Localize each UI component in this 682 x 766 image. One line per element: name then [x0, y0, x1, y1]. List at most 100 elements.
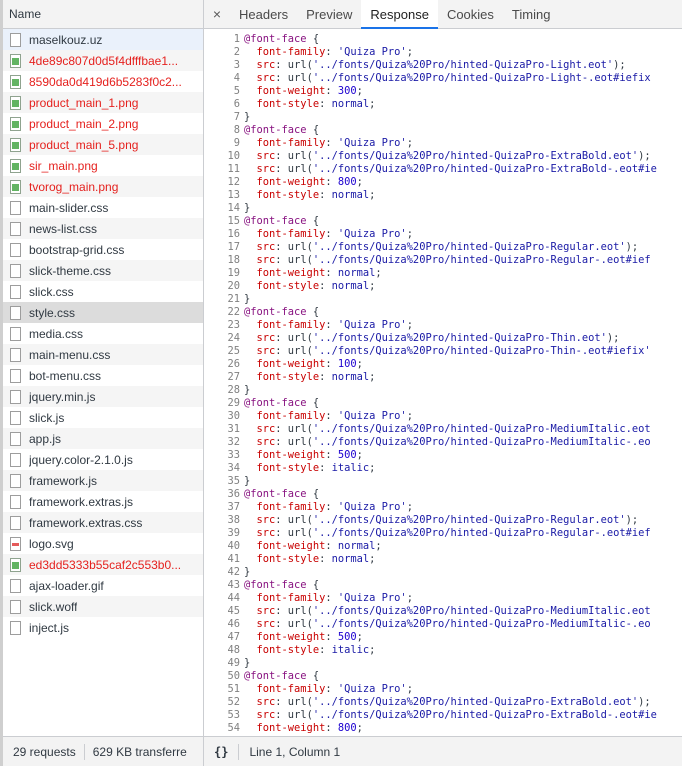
code-line: 30 font-family: 'Quiza Pro'; [204, 410, 682, 423]
divider [83, 743, 85, 760]
tab-response[interactable]: Response [361, 0, 438, 29]
line-number: 1 [233, 33, 240, 45]
request-name: product_main_2.png [29, 116, 139, 131]
code-text: } [244, 111, 251, 123]
tab-cookies[interactable]: Cookies [438, 0, 503, 28]
line-number: 41 [227, 553, 240, 565]
code-line: 10 src: url('../fonts/Quiza%20Pro/hinted… [204, 150, 682, 163]
document-file-icon [10, 515, 21, 530]
image-file-icon [10, 95, 21, 110]
status-bar: 29 requests 629 KB transferre [3, 736, 203, 766]
code-text: font-style: italic; [256, 462, 376, 474]
line-number: 33 [227, 449, 240, 461]
request-name: maselkouz.uz [29, 32, 103, 47]
document-file-icon [10, 242, 21, 257]
code-text: } [244, 475, 251, 487]
request-row[interactable]: framework.extras.js [3, 491, 203, 512]
pretty-print-icon[interactable]: {} [214, 745, 228, 759]
code-line: 26 font-weight: 100; [204, 358, 682, 371]
request-name: bootstrap-grid.css [29, 242, 125, 257]
request-row[interactable]: 8590da0d419d6b5283f0c2... [3, 71, 203, 92]
code-line: 36 @font-face { [204, 488, 682, 501]
request-row[interactable]: sir_main.png [3, 155, 203, 176]
line-number: 3 [233, 59, 240, 71]
request-name: framework.extras.css [29, 515, 143, 530]
request-row[interactable]: news-list.css [3, 218, 203, 239]
code-line: 34 font-style: italic; [204, 462, 682, 475]
tab-headers[interactable]: Headers [230, 0, 297, 28]
request-row[interactable]: tvorog_main.png [3, 176, 203, 197]
line-number: 13 [227, 189, 240, 201]
request-row[interactable]: product_main_1.png [3, 92, 203, 113]
request-row[interactable]: ed3dd5333b55caf2c553b0... [3, 554, 203, 575]
transferred-size: 629 KB transferre [92, 744, 187, 759]
request-row[interactable]: logo.svg [3, 533, 203, 554]
line-number: 53 [227, 709, 240, 721]
request-row[interactable]: ajax-loader.gif [3, 575, 203, 596]
line-number: 8 [233, 124, 240, 136]
request-row[interactable]: main-menu.css [3, 344, 203, 365]
line-number: 28 [227, 384, 240, 396]
request-name: product_main_5.png [29, 137, 139, 152]
code-text: } [244, 202, 251, 214]
request-row[interactable]: 4de89c807d0d5f4dfffbae1... [3, 50, 203, 71]
request-row[interactable]: bootstrap-grid.css [3, 239, 203, 260]
request-row[interactable]: slick-theme.css [3, 260, 203, 281]
code-text: src: url('../fonts/Quiza%20Pro/hinted-Qu… [256, 436, 651, 448]
code-line: 1 @font-face { [204, 33, 682, 46]
code-text: font-family: 'Quiza Pro'; [256, 319, 413, 331]
tab-timing[interactable]: Timing [503, 0, 560, 28]
request-row[interactable]: framework.extras.css [3, 512, 203, 533]
line-number: 29 [227, 397, 240, 409]
response-viewer[interactable]: 1 @font-face {2 font-family: 'Quiza Pro';… [204, 29, 682, 736]
request-row[interactable]: product_main_2.png [3, 113, 203, 134]
devtools-network-panel: Name maselkouz.uz 4de89c807d0d5f4dfffbae1… [0, 0, 682, 766]
request-row[interactable]: jquery.color-2.1.0.js [3, 449, 203, 470]
request-row[interactable]: app.js [3, 428, 203, 449]
request-count: 29 requests [13, 744, 76, 759]
code-line: 44 font-family: 'Quiza Pro'; [204, 592, 682, 605]
code-line: 45 src: url('../fonts/Quiza%20Pro/hinted… [204, 605, 682, 618]
code-text: font-family: 'Quiza Pro'; [256, 683, 413, 695]
request-row[interactable]: maselkouz.uz [3, 29, 203, 50]
document-file-icon [10, 32, 21, 47]
code-line: 39 src: url('../fonts/Quiza%20Pro/hinted… [204, 527, 682, 540]
request-row[interactable]: slick.woff [3, 596, 203, 617]
request-row[interactable]: bot-menu.css [3, 365, 203, 386]
code-text: font-style: normal; [256, 371, 376, 383]
request-name: ed3dd5333b55caf2c553b0... [29, 557, 182, 572]
name-column-header[interactable]: Name [3, 0, 203, 29]
code-text: src: url('../fonts/Quiza%20Pro/hinted-Qu… [256, 709, 657, 721]
line-number: 21 [227, 293, 240, 305]
code-line: 43 @font-face { [204, 579, 682, 592]
line-number: 44 [227, 592, 240, 604]
request-row[interactable]: inject.js [3, 617, 203, 638]
code-line: 12 font-weight: 800; [204, 176, 682, 189]
request-row[interactable]: framework.js [3, 470, 203, 491]
request-row[interactable]: jquery.min.js [3, 386, 203, 407]
request-row[interactable]: slick.js [3, 407, 203, 428]
image-file-icon [10, 158, 21, 173]
image-file-icon [10, 74, 21, 89]
request-list[interactable]: maselkouz.uz 4de89c807d0d5f4dfffbae1... 85… [3, 29, 203, 736]
code-line: 32 src: url('../fonts/Quiza%20Pro/hinted… [204, 436, 682, 449]
cursor-position: Line 1, Column 1 [249, 744, 341, 759]
request-row[interactable]: slick.css [3, 281, 203, 302]
code-text: font-weight: 500; [256, 449, 363, 461]
line-number: 42 [227, 566, 240, 578]
tab-preview[interactable]: Preview [297, 0, 361, 28]
request-name: jquery.min.js [29, 389, 96, 404]
request-row[interactable]: main-slider.css [3, 197, 203, 218]
request-row[interactable]: style.css [3, 302, 203, 323]
code-line: 4 src: url('../fonts/Quiza%20Pro/hinted-… [204, 72, 682, 85]
code-text: src: url('../fonts/Quiza%20Pro/hinted-Qu… [256, 59, 626, 71]
line-number: 27 [227, 371, 240, 383]
code-text: src: url('../fonts/Quiza%20Pro/hinted-Qu… [256, 241, 639, 253]
request-name: framework.extras.js [29, 494, 134, 509]
request-row[interactable]: product_main_5.png [3, 134, 203, 155]
request-name: framework.js [29, 473, 98, 488]
request-row[interactable]: media.css [3, 323, 203, 344]
code-text: font-style: normal; [256, 98, 376, 110]
line-number: 25 [227, 345, 240, 357]
close-icon[interactable]: × [204, 0, 230, 28]
